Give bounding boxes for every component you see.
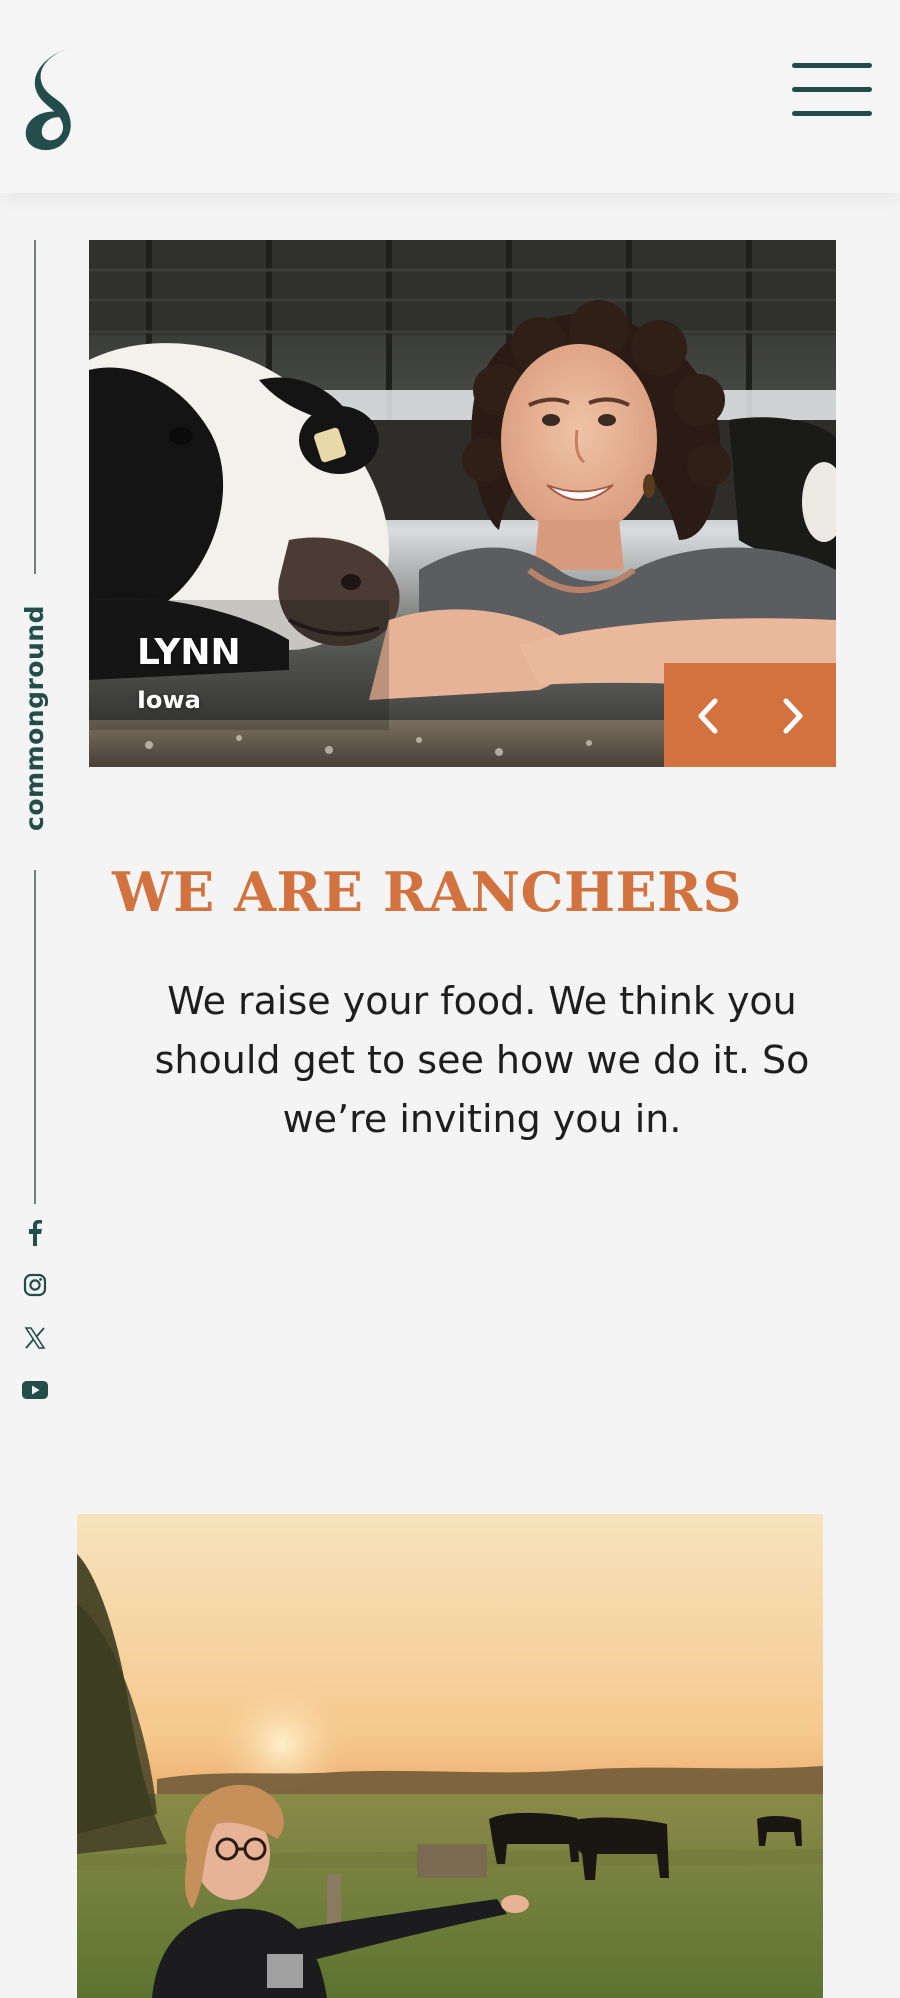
menu-bar (792, 87, 872, 92)
page: commonground LYNN Iowa WE ARE RANCHERS W… (0, 0, 900, 1998)
x-twitter-icon[interactable] (20, 1323, 50, 1353)
youtube-icon[interactable] (20, 1375, 50, 1405)
rancher-sunset-photo (77, 1514, 823, 1998)
commonground-logo-icon[interactable] (22, 44, 82, 152)
menu-bar (792, 111, 872, 116)
slide-caption-location: Iowa (137, 686, 201, 714)
slider-next-button[interactable] (751, 663, 837, 767)
slider-prev-button[interactable] (664, 663, 751, 767)
site-header (0, 0, 900, 193)
rail-divider-bottom (34, 870, 36, 1204)
chevron-left-icon (698, 698, 718, 733)
rail-divider-top (34, 240, 36, 574)
photo-rancher-pointing-at-cattle (77, 1514, 823, 1998)
section-title: WE ARE RANCHERS (112, 860, 743, 924)
facebook-icon[interactable] (20, 1218, 50, 1248)
menu-bar (792, 63, 872, 68)
slide-caption-name: LYNN (137, 632, 241, 673)
menu-button[interactable] (790, 60, 874, 120)
section-intro-text: We raise your food. We think you should … (154, 979, 810, 1141)
slider-navigation (664, 663, 836, 767)
instagram-icon[interactable] (20, 1270, 50, 1300)
hero-slider: LYNN Iowa (89, 240, 836, 767)
chevron-right-icon (783, 698, 803, 733)
brand-wordmark-vertical: commonground (20, 605, 49, 831)
